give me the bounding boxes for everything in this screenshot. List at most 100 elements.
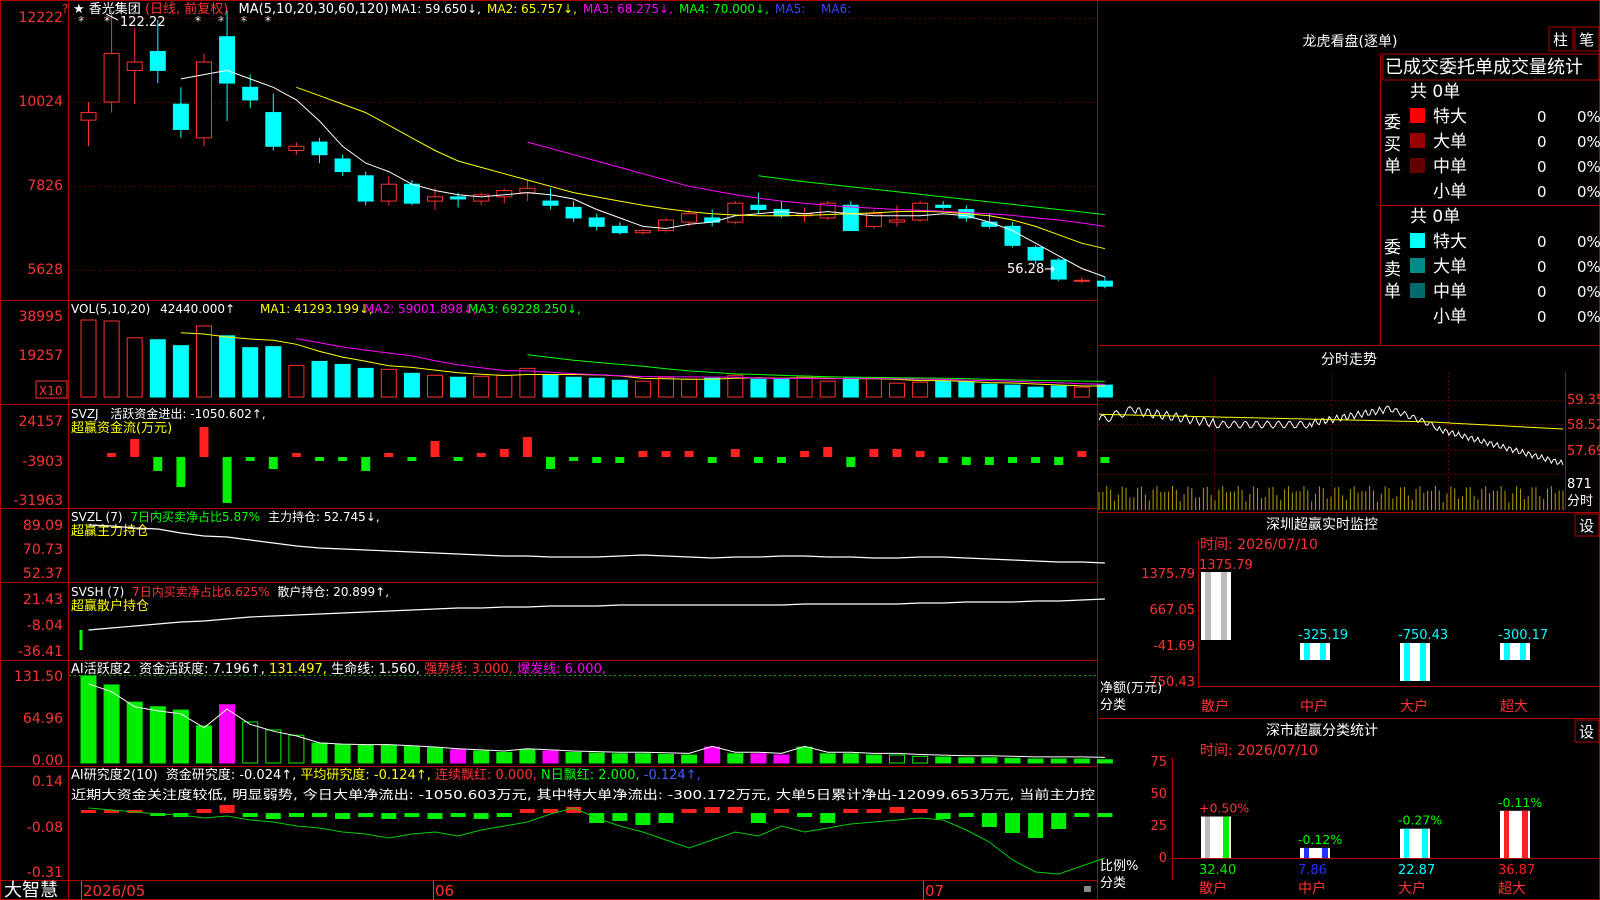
fszs-vol-tick: 871: [1567, 477, 1592, 492]
candle: [103, 53, 120, 103]
svzj-bar: [153, 457, 163, 471]
volume-bar: [842, 377, 859, 398]
y-tick: -8.04: [27, 618, 63, 634]
volume-bar: [403, 372, 420, 398]
ai2-bar: [242, 813, 258, 817]
candle: [380, 183, 397, 202]
svzj-bar: [1031, 457, 1041, 463]
y-tick: 59.35: [1567, 393, 1600, 408]
bar-stripe: [1322, 847, 1328, 858]
y-tick: 0.14: [32, 774, 63, 790]
volume-bar: [334, 363, 351, 398]
svzj-bar: [268, 457, 278, 469]
candle: [1096, 280, 1113, 287]
sscy-ylabel: 比例%: [1100, 859, 1138, 874]
ai2-bar: [312, 813, 327, 817]
category-pct: 0%: [1577, 158, 1600, 176]
category-count: 0: [1537, 108, 1547, 126]
ai2-bars: [81, 805, 1113, 838]
ratio-bar: [1300, 847, 1330, 858]
svzj-y-axis: 24157 -3903 -31963: [13, 414, 63, 509]
volume-bar: [427, 374, 443, 398]
volume-bar: [473, 375, 490, 398]
fszs-grid: [1098, 372, 1565, 510]
ai2-bar: [658, 813, 674, 823]
ai1-item: 强势线: 3.000,: [424, 661, 513, 677]
vol-legend-item: MA3: 69228.250↓,: [468, 302, 581, 316]
szcy-time: 时间: 2026/07/10: [1200, 537, 1318, 553]
y-tick: -0.08: [27, 820, 63, 836]
x-tick: 07: [925, 882, 944, 900]
y-tick: 0: [1159, 851, 1167, 866]
ai1-bar: [265, 729, 282, 764]
y-tick: 7826: [27, 178, 63, 194]
svzj-bar: [961, 457, 971, 465]
star-icon: *: [218, 14, 224, 28]
volume-bar: [750, 378, 767, 398]
ai1-bar: [80, 675, 97, 764]
svzj-bar: [707, 457, 717, 463]
ai1-bar: [357, 744, 374, 764]
ai1-bar: [681, 754, 698, 764]
vol-header: VOL(5,10,20) 42440.000↑: [71, 302, 235, 316]
svzj-bar: [407, 457, 417, 461]
volume-bar: [265, 346, 282, 398]
category-label: 中户: [1300, 698, 1328, 715]
volume-bar: [704, 377, 721, 398]
ai1-bar: [727, 753, 744, 764]
ai1-bar: [796, 746, 813, 764]
ma-legend-item: MA6:: [821, 2, 851, 16]
ai2-item: -0.124↑,: [644, 768, 701, 783]
ai1-bar: [311, 742, 328, 764]
sscy-settings-label: 设: [1579, 723, 1594, 741]
bar-stripe: [1304, 643, 1310, 660]
szcy-xlabel: 分类: [1100, 698, 1126, 713]
ai2-bar: [1051, 813, 1067, 829]
volume-bar: [1027, 386, 1044, 398]
category-count: 0: [1537, 283, 1547, 301]
ai2-header: AI研究度2(10) 资金研究度: -0.024↑, 平均研究度: -0.124…: [71, 767, 701, 783]
volume-bar: [1073, 386, 1090, 398]
svzj-bar: [199, 427, 209, 457]
ai1-bar: [242, 721, 259, 764]
category-label: 超大: [1500, 699, 1528, 715]
ai1-bar: [1073, 758, 1090, 764]
category-count: 0: [1537, 258, 1547, 276]
candle: [519, 187, 536, 194]
svzj-bar: [938, 457, 948, 463]
chart-root: ? ★ 香光集团 (日线, 前复权) MA(5,10,20,30,60,120)…: [0, 0, 1600, 900]
ai1-bar: [588, 752, 605, 764]
category-pct: 0%: [1577, 308, 1600, 326]
ai2-bar: [612, 813, 628, 821]
bar-stripe: [1522, 810, 1528, 858]
ai2-bar: [935, 813, 951, 819]
value-label: 32.40: [1199, 863, 1236, 878]
ai1-bar: [1050, 758, 1067, 764]
candle: [842, 204, 859, 232]
szcy-settings-label: 设: [1579, 517, 1594, 535]
sscy-time: 时间: 2026/07/10: [1200, 743, 1318, 759]
ma-legend-item: MA4: 70.000↓,: [679, 2, 769, 16]
y-tick: -31963: [13, 493, 63, 509]
lhkp-title: 龙虎看盘(逐单): [1303, 33, 1398, 50]
ma4-line: [758, 175, 1105, 216]
category-name: 中单: [1433, 157, 1467, 177]
svzj-bar: [245, 457, 255, 461]
category-label: 散户: [1201, 698, 1229, 715]
svzj-bar: [176, 457, 186, 487]
candle: [704, 217, 721, 223]
volume-bar: [172, 345, 189, 398]
svzj-bar: [499, 449, 509, 457]
ai2-bar: [496, 813, 512, 817]
svzj-bar: [1077, 451, 1087, 457]
ai1-bar: [634, 753, 651, 764]
vol-legend-item: MA2: 59001.898↓,: [364, 302, 477, 316]
y-tick: 24157: [18, 414, 63, 430]
ai2-bar: [1028, 813, 1044, 838]
lock-icon[interactable]: [1084, 886, 1091, 892]
category-pct: 0%: [1577, 258, 1600, 276]
side-label-char: 单: [1384, 157, 1401, 177]
volume-bar: [958, 381, 975, 398]
net-flow-bar: [1300, 643, 1330, 660]
svzl-desc2: 主力持仓: 52.745↓,: [268, 509, 380, 524]
